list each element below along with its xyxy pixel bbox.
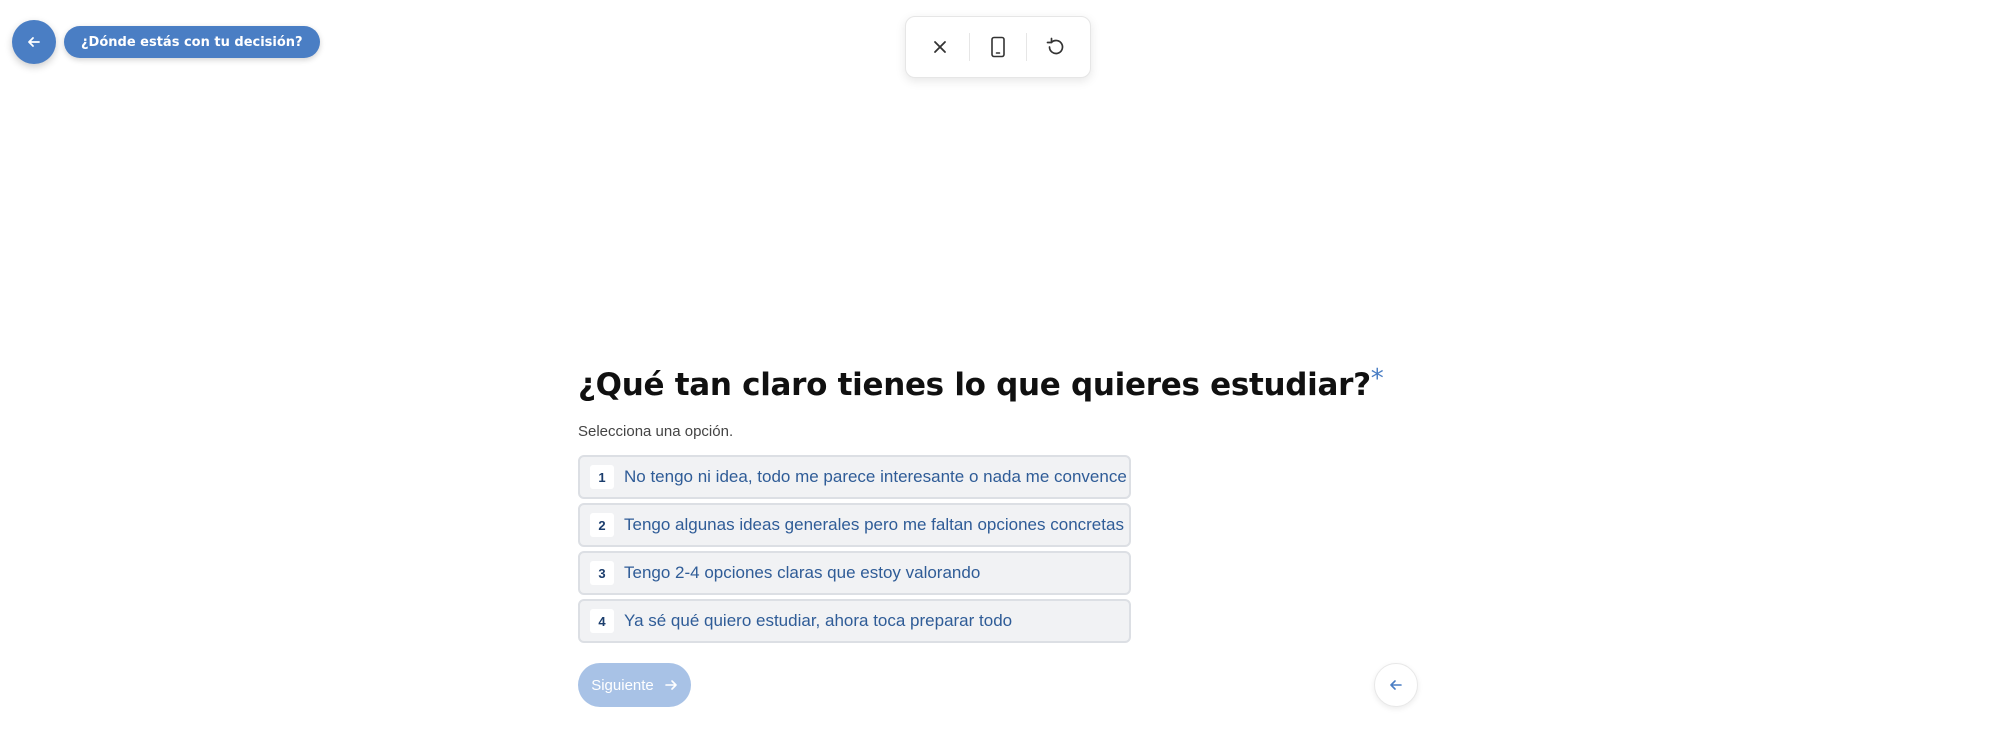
option-key: 3	[590, 561, 614, 585]
option-label: Ya sé qué quiero estudiar, ahora toca pr…	[624, 611, 1013, 630]
close-icon	[934, 41, 947, 53]
arrow-left-icon	[28, 37, 40, 47]
question-text: ¿Qué tan claro tienes lo que quieres est…	[578, 367, 1371, 403]
next-button-label: Siguiente	[591, 676, 654, 694]
option-list: 1 No tengo ni idea, todo me parece inter…	[578, 455, 1131, 647]
close-button[interactable]	[920, 27, 960, 67]
option-label: Tengo 2-4 opciones claras que estoy valo…	[624, 563, 981, 582]
option-1[interactable]: 1 No tengo ni idea, todo me parece inter…	[578, 455, 1131, 499]
question-hint: Selecciona una opción.	[578, 423, 734, 440]
question-title: ¿Qué tan claro tienes lo que quieres est…	[578, 364, 1384, 403]
arrow-right-icon	[664, 680, 677, 690]
option-label: No tengo ni idea, todo me parece interes…	[624, 467, 1127, 486]
next-button[interactable]: Siguiente	[578, 663, 691, 707]
mobile-phone-icon	[991, 36, 1005, 58]
toolbar-divider	[968, 33, 970, 61]
restart-icon	[1046, 37, 1064, 55]
previous-button[interactable]	[1374, 663, 1418, 707]
restart-button[interactable]	[1036, 27, 1076, 67]
toolbar-divider	[1026, 33, 1028, 61]
arrow-left-icon	[1390, 680, 1402, 690]
option-key: 4	[590, 609, 614, 633]
section-label: ¿Dónde estás con tu decisión?	[64, 26, 320, 58]
required-mark: *	[1370, 364, 1384, 394]
back-button[interactable]	[12, 20, 56, 64]
option-key: 1	[590, 465, 614, 489]
preview-toolbar	[905, 16, 1091, 78]
option-label: Tengo algunas ideas generales pero me fa…	[624, 515, 1124, 534]
mobile-preview-button[interactable]	[978, 27, 1018, 67]
option-2[interactable]: 2 Tengo algunas ideas generales pero me …	[578, 503, 1131, 547]
option-4[interactable]: 4 Ya sé qué quiero estudiar, ahora toca …	[578, 599, 1131, 643]
option-3[interactable]: 3 Tengo 2-4 opciones claras que estoy va…	[578, 551, 1131, 595]
option-key: 2	[590, 513, 614, 537]
